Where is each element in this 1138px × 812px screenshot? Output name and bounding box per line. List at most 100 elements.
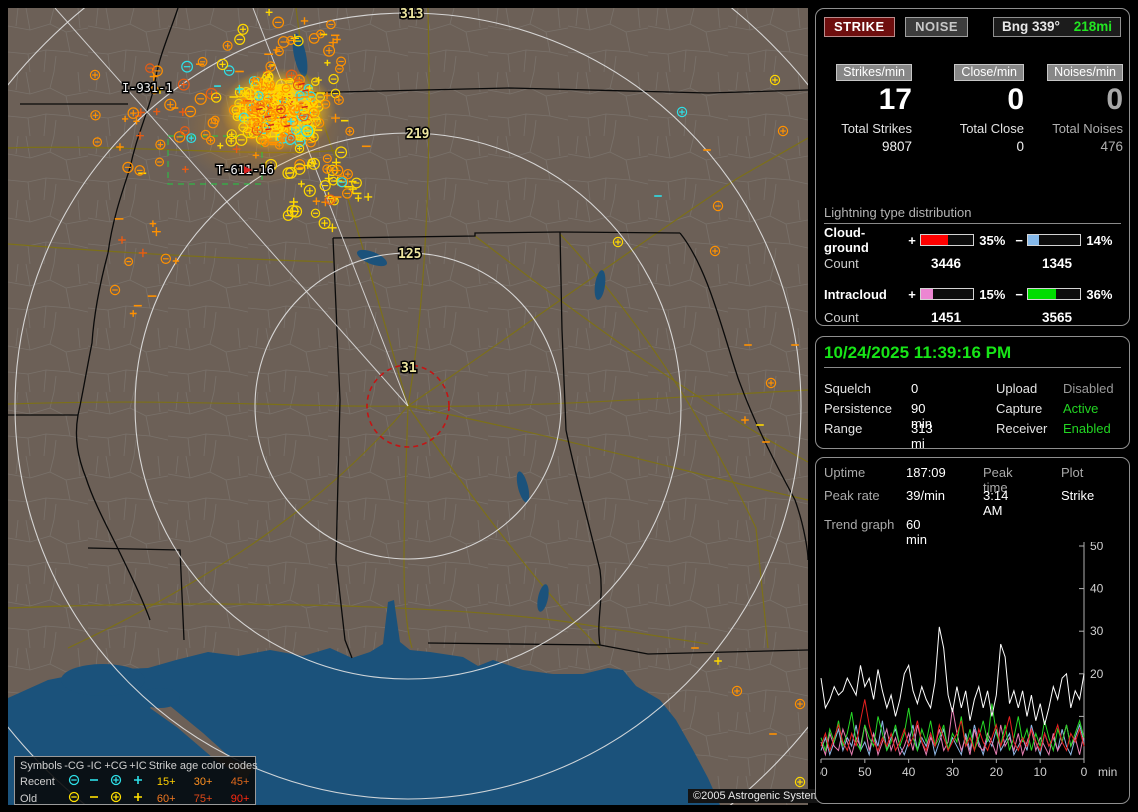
close-per-min-button[interactable]: Close/min [954,64,1024,81]
capture-status: Active [1063,401,1099,416]
svg-text:31: 31 [401,361,417,376]
peak-rate-label: Peak rate [824,488,880,503]
map-canvas[interactable]: 31321912531I-931-1T-611-16 [8,8,808,805]
noises-per-min-button[interactable]: Noises/min [1047,64,1123,81]
total-strikes-label: Total Strikes [841,121,912,136]
cg-positive-pct: 35% [979,232,1006,248]
capture-label: Capture [996,401,1043,416]
strikes-per-min-value: 17 [878,83,912,116]
legend-age-code: 45+ [230,775,250,788]
total-strikes-value: 9807 [881,139,912,154]
intracloud-row: Intracloud + 15% − 36% [824,286,1121,302]
legend-age-code: 30+ [193,775,213,788]
cg-negative-count: 1345 [1042,256,1073,271]
svg-text:min: min [1098,765,1117,779]
ic-negative-count: 3565 [1042,310,1073,325]
intracloud-label: Intracloud [824,286,887,302]
legend-p-symbol [128,773,147,790]
bearing-range: 218mi [1073,19,1112,34]
noise-button[interactable]: NOISE [905,17,969,37]
trend-chart: 50 40 30 20 60 50 40 30 20 10 0 min [814,539,1126,805]
legend-row-label: Recent [20,775,55,788]
legend-cgp-symbol [103,773,128,790]
strike-button[interactable]: STRIKE [824,17,895,37]
svg-text:40: 40 [1090,582,1104,596]
plus-sign: + [908,286,916,302]
symbol-legend: Symbols -CG -IC +CG +IC Strike age color code… [14,756,258,807]
legend-col-header: -IC [87,759,102,772]
receiver-label: Receiver [996,421,1048,436]
upload-label: Upload [996,381,1038,396]
datetime-display: 10/24/2025 11:39:16 PM [824,343,1121,368]
persistence-label: Persistence [824,401,892,416]
plot-mode-value: Strike [1061,488,1095,503]
counter-columns: Strikes/min 17 Total Strikes 9807 Close/… [824,63,1123,154]
trend-panel: Uptime 187:09 Peak time Plot Peak rate 3… [814,457,1130,805]
legend-age-code: 90+ [230,792,250,805]
minus-sign: − [1015,286,1023,302]
distribution-title: Lightning type distribution [824,205,1121,224]
svg-text:30: 30 [1090,624,1104,638]
upload-status: Disabled [1063,381,1114,396]
legend-row-label: Old [20,792,38,805]
legend-symbols-header: Symbols [20,759,63,772]
ic-positive-count: 1451 [931,310,962,325]
receiver-status: Enabled [1063,421,1111,436]
noises-per-min-value: 0 [1106,83,1123,116]
count-label: Count [824,256,859,271]
svg-text:50: 50 [1090,542,1104,553]
legend-cgp-symbol [103,790,128,807]
svg-text:20: 20 [1090,667,1104,681]
svg-text:20: 20 [990,765,1004,779]
total-close-value: 0 [1016,139,1024,154]
ic-negative-pct: 36% [1086,286,1113,302]
svg-text:30: 30 [946,765,960,779]
peak-time-value: 3:14 AM [983,488,1009,518]
legend-age-code: 15+ [156,775,176,788]
legend-p-symbol [128,790,147,807]
svg-text:219: 219 [406,127,429,142]
cloud-ground-row: Cloud-ground + 35% − 14% [824,225,1121,255]
svg-text:I-931-1: I-931-1 [122,81,173,95]
range-value: 313 mi [911,421,933,451]
bearing-value: Bng 339° [1002,19,1060,34]
close-per-min-value: 0 [1007,83,1024,116]
cg-positive-bar [920,234,975,246]
svg-text:125: 125 [398,247,421,262]
squelch-value: 0 [911,381,919,396]
trend-graph-label: Trend graph [824,517,895,532]
legend-age-code: 60+ [156,792,176,805]
legend-col-header: +IC [129,759,147,772]
cloud-ground-count-row: Count 3446 1345 [824,256,1072,271]
svg-text:40: 40 [902,765,916,779]
count-label: Count [824,310,859,325]
svg-text:313: 313 [400,8,423,22]
total-noises-value: 476 [1100,139,1123,154]
svg-text:60: 60 [820,765,828,779]
bearing-readout: Bng 339° 218mi [993,17,1121,37]
cloud-ground-label: Cloud-ground [824,225,869,255]
legend-cgm-symbol [63,790,85,807]
status-panel: 10/24/2025 11:39:16 PM Squelch 0 Upload … [815,336,1130,451]
minus-sign: − [1015,232,1023,248]
legend-age-code: 75+ [193,792,213,805]
peak-rate-value: 39/min [906,488,946,503]
cg-negative-pct: 14% [1086,232,1113,248]
copyright-text: ©2005 Astrogenic Systems [688,789,831,803]
legend-age-header: Strike age color codes [148,759,258,772]
intracloud-count-row: Count 1451 3565 [824,310,1072,325]
svg-text:0: 0 [1081,765,1088,779]
total-noises-label: Total Noises [1052,121,1123,136]
legend-cgm-symbol [63,773,85,790]
strike-panel: STRIKE NOISE Bng 339° 218mi Strikes/min … [815,8,1130,326]
ic-positive-pct: 15% [979,286,1006,302]
uptime-value: 187:09 [906,465,946,480]
strikes-per-min-button[interactable]: Strikes/min [836,64,912,81]
uptime-label: Uptime [824,465,866,480]
total-close-label: Total Close [959,121,1024,136]
plus-sign: + [908,232,916,248]
svg-text:50: 50 [858,765,872,779]
svg-text:10: 10 [1033,765,1047,779]
range-label: Range [824,421,863,436]
ic-positive-bar [920,288,975,300]
